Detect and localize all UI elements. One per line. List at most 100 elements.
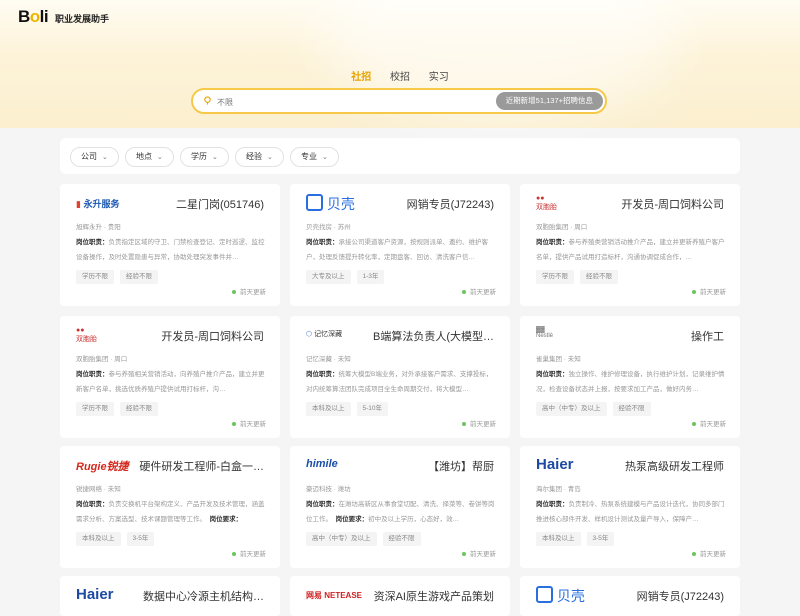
filter-bar: 公司 ⌄ 地点 ⌄ 学历 ⌄ 经验 ⌄ 专业 ⌄ xyxy=(60,138,740,174)
job-title: 开发员-周口饲料公司 xyxy=(161,331,264,343)
tag-education: 学历不限 xyxy=(536,270,574,284)
status-dot-icon xyxy=(462,552,466,557)
tag-experience: 5-10年 xyxy=(356,402,389,416)
tab-intern[interactable]: 实习 xyxy=(429,68,449,83)
filter-company[interactable]: 公司 ⌄ xyxy=(70,147,119,167)
search-input[interactable] xyxy=(215,93,489,111)
filter-label: 经验 xyxy=(246,152,262,161)
tag-experience: 1-3年 xyxy=(356,270,385,284)
tag-experience: 经验不限 xyxy=(612,402,651,416)
job-meta: 锐捷网络 · 未知 xyxy=(76,486,121,493)
job-tags: 学历不限 经验不限 xyxy=(76,397,164,416)
job-card[interactable]: Haier 热泵高级研发工程师 海尔集团 · 青岛 岗位职责：负责制冷、热泵系统… xyxy=(520,446,740,568)
tag-experience: 3-5年 xyxy=(126,532,155,546)
job-tags: 高中（中专）及以上 经验不限 xyxy=(536,397,657,416)
job-title: 资深AI原生游戏产品策划 xyxy=(373,591,494,603)
job-tags: 本科及以上 5-10年 xyxy=(306,397,394,416)
company-logo: ▓▓ Nestlé xyxy=(536,327,554,339)
company-logo: 网易 NETEASE xyxy=(306,591,363,600)
tag-education: 大专及以上 xyxy=(306,270,351,284)
job-card[interactable]: ⬡ 记忆深藏 B端算法负责人(大模型… 记忆深藏 · 未知 岗位职责：统筹大模型… xyxy=(290,316,510,438)
status-dot-icon xyxy=(462,422,466,427)
location-pin-icon xyxy=(204,96,211,105)
job-card[interactable]: ▮ 永升服务 二星门岗(051746) 旭辉永升 · 贵阳 岗位职责：负责指定区… xyxy=(60,184,280,306)
update-status: 前天更新 xyxy=(692,286,726,296)
job-title: 开发员-周口饲料公司 xyxy=(621,199,724,211)
tag-education: 高中（中专）及以上 xyxy=(536,402,607,416)
status-dot-icon xyxy=(232,552,236,557)
job-description: 岗位职责：统筹大模型B端业务，对外承接客户需求、支撑投标，对内统筹算法团队完成项… xyxy=(306,371,493,393)
company-logo: ●● 双胞胎 xyxy=(536,195,557,211)
brand-logo[interactable]: Boli xyxy=(18,7,49,27)
company-logo: ⬡ 记忆深藏 xyxy=(306,331,343,338)
job-title: 【潍坊】帮厨 xyxy=(428,461,494,473)
job-title: B端算法负责人(大模型… xyxy=(373,331,494,343)
job-description: 岗位职责：参与养殖相关营销活动，向养殖户推介产品，建立并更新客户名单，挑选优质养… xyxy=(76,371,265,393)
job-meta: 雀巢集团 · 未知 xyxy=(536,356,581,363)
filter-major[interactable]: 专业 ⌄ xyxy=(290,147,339,167)
brand-subtitle: 职业发展助手 xyxy=(55,14,110,24)
update-status: 前天更新 xyxy=(462,286,496,296)
job-description: 岗位职责：负责交换机平台架构定义、产品开发及技术管理，涵盖需求分析、方案选型、技… xyxy=(76,501,265,523)
job-meta: 旭辉永升 · 贵阳 xyxy=(76,224,121,231)
job-tags: 大专及以上 1-3年 xyxy=(306,265,390,284)
filter-label: 公司 xyxy=(81,152,97,161)
job-card[interactable]: Haier 数据中心冷源主机结构… xyxy=(60,576,280,616)
status-dot-icon xyxy=(692,422,696,427)
job-description: 岗位职责：承接公司渠道客户资源，按规则派单、邀约、维护客户，处理反馈提升转化率，… xyxy=(306,239,488,261)
update-status: 前天更新 xyxy=(462,418,496,428)
filter-education[interactable]: 学历 ⌄ xyxy=(180,147,229,167)
top-bar: Boli 职业发展助手 xyxy=(0,0,800,32)
update-status: 前天更新 xyxy=(232,418,266,428)
filter-experience[interactable]: 经验 ⌄ xyxy=(235,147,284,167)
tag-education: 本科及以上 xyxy=(76,532,121,546)
job-card[interactable]: Rugie锐捷 硬件研发工程师-白盒一… 锐捷网络 · 未知 岗位职责：负责交换… xyxy=(60,446,280,568)
company-logo: himile xyxy=(306,458,338,470)
job-card[interactable]: 贝壳 网销专员(J72243) 贝壳找房 · 苏州 岗位职责：承接公司渠道客户资… xyxy=(290,184,510,306)
company-logo: 贝壳 xyxy=(306,194,355,212)
tab-social[interactable]: 社招 xyxy=(351,68,371,83)
update-status: 前天更新 xyxy=(462,548,496,558)
company-logo: ▮ 永升服务 xyxy=(76,199,120,209)
chevron-down-icon: ⌄ xyxy=(212,154,218,161)
company-logo: Haier xyxy=(536,456,574,473)
job-title: 操作工 xyxy=(691,331,724,343)
new-jobs-button[interactable]: 近期新增51,137+招聘信息 xyxy=(495,92,603,110)
filter-label: 地点 xyxy=(136,152,152,161)
filter-location[interactable]: 地点 ⌄ xyxy=(125,147,174,167)
tag-experience: 3-5年 xyxy=(586,532,615,546)
job-card[interactable]: ●● 双胞胎 开发员-周口饲料公司 双胞胎集团 · 周口 岗位职责：参与养殖相关营… xyxy=(60,316,280,438)
update-status: 前天更新 xyxy=(232,286,266,296)
job-meta: 记忆深藏 · 未知 xyxy=(306,356,351,363)
job-type-tabs: 社招 校招 实习 xyxy=(0,68,800,83)
job-meta: 海尔集团 · 青岛 xyxy=(536,486,581,493)
search-bar: 近期新增51,137+招聘信息 xyxy=(191,88,607,114)
job-card[interactable]: himile 【潍坊】帮厨 豪迈科技 · 潍坊 岗位职责：在潍坊高新区从事食堂切… xyxy=(290,446,510,568)
update-status: 前天更新 xyxy=(232,548,266,558)
status-dot-icon xyxy=(232,422,236,427)
company-logo: Rugie锐捷 xyxy=(76,461,129,473)
chevron-down-icon: ⌄ xyxy=(322,154,328,161)
update-status: 前天更新 xyxy=(692,548,726,558)
job-title: 热泵高级研发工程师 xyxy=(625,461,724,473)
job-meta: 双胞胎集团 · 周口 xyxy=(536,224,588,231)
tag-education: 学历不限 xyxy=(76,402,114,416)
job-card[interactable]: ●● 双胞胎 开发员-周口饲料公司 双胞胎集团 · 周口 岗位职责：参与养殖类营销… xyxy=(520,184,740,306)
job-tags: 学历不限 经验不限 xyxy=(536,265,624,284)
filter-label: 学历 xyxy=(191,152,207,161)
company-logo: ●● 双胞胎 xyxy=(76,327,97,343)
job-meta: 豪迈科技 · 潍坊 xyxy=(306,486,351,493)
job-card[interactable]: ▓▓ Nestlé 操作工 雀巢集团 · 未知 岗位职责：独立操作、维护修理设备，… xyxy=(520,316,740,438)
job-description: 岗位职责：独立操作、维护修理设备，执行维护计划，记录维护情况，检查设备状态并上报… xyxy=(536,371,725,393)
job-title: 网销专员(J72243) xyxy=(406,199,494,211)
job-card[interactable]: 贝壳 网销专员(J72243) xyxy=(520,576,740,616)
job-description: 岗位职责：负责指定区域的守卫、门禁检查登记、定时巡逻、监控设备操作，及时处置隐患… xyxy=(76,239,265,261)
job-title: 网销专员(J72243) xyxy=(636,591,724,603)
job-description: 岗位职责：在潍坊高新区从事食堂切配、清洗、择菜等、卷饼等岗位工作。 岗位要求：初… xyxy=(306,501,495,523)
chevron-down-icon: ⌄ xyxy=(267,154,273,161)
job-meta: 双胞胎集团 · 周口 xyxy=(76,356,128,363)
status-dot-icon xyxy=(232,290,236,295)
tab-campus[interactable]: 校招 xyxy=(390,68,410,83)
job-card[interactable]: 网易 NETEASE 资深AI原生游戏产品策划 xyxy=(290,576,510,616)
filter-label: 专业 xyxy=(301,152,317,161)
